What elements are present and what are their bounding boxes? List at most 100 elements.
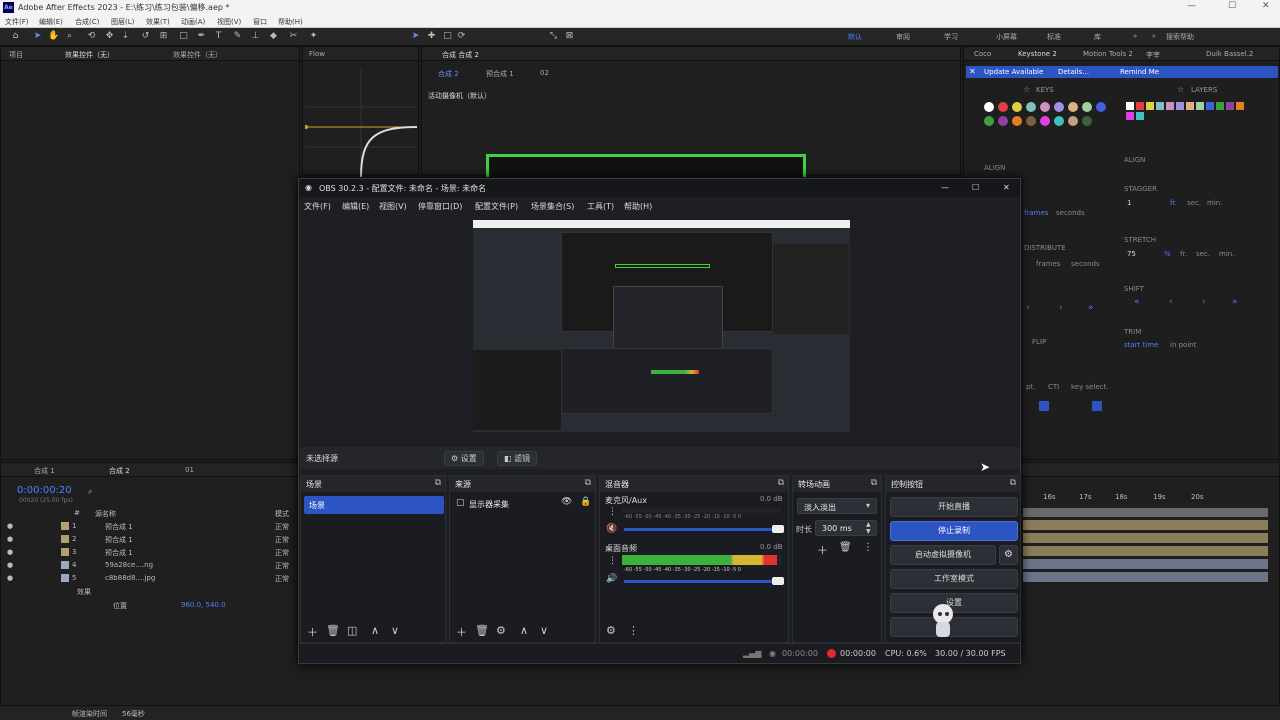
- stagger-value[interactable]: 1: [1127, 199, 1131, 207]
- layer-color-6[interactable]: [1176, 102, 1184, 110]
- transitions-popout-icon[interactable]: ⧉: [871, 478, 877, 488]
- tab-coco[interactable]: Coco: [974, 50, 991, 58]
- home-icon[interactable]: ⌂: [10, 31, 21, 42]
- search-icon[interactable]: ⌕: [1152, 32, 1156, 41]
- ae-menu-help[interactable]: 帮助(H): [278, 17, 303, 27]
- source-filters-button[interactable]: ◧ 滤镜: [497, 451, 538, 466]
- key-color-yellow[interactable]: [1012, 102, 1022, 112]
- key-color-pink[interactable]: [1040, 102, 1050, 112]
- key-color-orange[interactable]: [1012, 116, 1022, 126]
- shift-back-icon[interactable]: ‹: [1169, 297, 1173, 307]
- source-lock-icon[interactable]: 🔒: [580, 497, 591, 507]
- mixer-popout-icon[interactable]: ⧉: [778, 478, 784, 488]
- layer-name[interactable]: 预合成 1: [105, 522, 133, 532]
- cti-toggle-2[interactable]: [1092, 401, 1102, 411]
- workspace-default[interactable]: 默认: [848, 32, 862, 42]
- snap-icon[interactable]: ➤: [410, 31, 421, 42]
- obs-close-icon[interactable]: ✕: [1003, 183, 1010, 192]
- ae-menu-layer[interactable]: 图层(L): [111, 17, 134, 27]
- mask-icon[interactable]: ⤡: [548, 31, 559, 42]
- timecode[interactable]: 0:00:00:20: [17, 485, 72, 496]
- anchor-tool-icon[interactable]: ⊞: [158, 31, 169, 42]
- brush-tool-icon[interactable]: ✎: [232, 31, 243, 42]
- ae-menu-edit[interactable]: 编辑(E): [39, 17, 63, 27]
- desktop-volume-slider[interactable]: [624, 580, 774, 583]
- eraser-tool-icon[interactable]: ◆: [268, 31, 279, 42]
- scene-filters-icon[interactable]: ◫: [347, 624, 357, 637]
- key-color-dark-green[interactable]: [1082, 116, 1092, 126]
- visibility-icon[interactable]: ●: [7, 535, 13, 543]
- obs-menu-view[interactable]: 视图(V): [379, 201, 407, 212]
- mic-muted-icon[interactable]: 🔇: [606, 524, 617, 534]
- text-tool-icon[interactable]: T: [213, 31, 224, 42]
- layer-mode[interactable]: 正常: [275, 522, 289, 532]
- tab-duik[interactable]: Duik Bassel.2: [1206, 50, 1253, 58]
- obs-menu-help[interactable]: 帮助(H): [624, 201, 652, 212]
- stretch-value[interactable]: 75: [1127, 250, 1136, 258]
- snap-opt-icon[interactable]: ✚: [426, 31, 437, 42]
- remove-scene-icon[interactable]: 🗑: [326, 624, 340, 637]
- dismiss-update-icon[interactable]: ✕: [969, 67, 976, 76]
- snap-box-icon[interactable]: □: [442, 31, 453, 42]
- dolly-tool-icon[interactable]: ⇣: [120, 31, 131, 42]
- close-icon[interactable]: ✕: [1262, 1, 1270, 11]
- obs-menu-edit[interactable]: 编辑(E): [342, 201, 369, 212]
- key-color-blue[interactable]: [1096, 102, 1106, 112]
- shift-back-far-icon[interactable]: «: [1134, 297, 1140, 307]
- layer-color-13[interactable]: [1126, 112, 1134, 120]
- key-color-green[interactable]: [984, 116, 994, 126]
- desktop-speaker-icon[interactable]: 🔊: [606, 574, 617, 584]
- flow-tab[interactable]: Flow: [309, 50, 325, 58]
- rect-tool-icon[interactable]: □: [178, 31, 189, 42]
- obs-menu-file[interactable]: 文件(F): [304, 201, 331, 212]
- source-visibility-icon[interactable]: 👁: [561, 497, 572, 507]
- mixer-advanced-icon[interactable]: ⚙: [606, 624, 616, 637]
- visibility-icon[interactable]: ●: [7, 522, 13, 530]
- visibility-icon[interactable]: ●: [7, 548, 13, 556]
- studio-mode-button[interactable]: 工作室模式: [890, 569, 1018, 589]
- obs-maximize-icon[interactable]: ☐: [972, 183, 979, 192]
- sources-popout-icon[interactable]: ⧉: [585, 478, 591, 488]
- move-source-down-icon[interactable]: ∨: [540, 624, 548, 637]
- puppet-tool-icon[interactable]: ✦: [308, 31, 319, 42]
- pan-tool-icon[interactable]: ✥: [104, 31, 115, 42]
- tab-li[interactable]: 李宰: [1146, 50, 1160, 60]
- effects-tab[interactable]: 效果控件（无）: [65, 50, 114, 60]
- move-scene-up-icon[interactable]: ∧: [371, 624, 379, 637]
- ae-menu-file[interactable]: 文件(F): [5, 17, 29, 27]
- trim-start-time[interactable]: start time: [1124, 341, 1158, 349]
- source-item[interactable]: ▢ 显示器采集 👁 🔒: [453, 496, 593, 512]
- add-source-icon[interactable]: ＋: [456, 624, 467, 640]
- rotate-tool-icon[interactable]: ↺: [140, 31, 151, 42]
- roto-tool-icon[interactable]: ✂: [288, 31, 299, 42]
- layer-label-color[interactable]: [61, 561, 69, 569]
- layer-mode[interactable]: 正常: [275, 561, 289, 571]
- ae-menu-effect[interactable]: 效果(T): [146, 17, 170, 27]
- breadcrumb-02[interactable]: 02: [540, 69, 549, 77]
- timeline-tab-01[interactable]: 01: [185, 466, 194, 474]
- layer-bar[interactable]: [1023, 533, 1268, 543]
- tab-motion-tools[interactable]: Motion Tools 2: [1083, 50, 1133, 58]
- layer-color-7[interactable]: [1186, 102, 1194, 110]
- layer-color-5[interactable]: [1166, 102, 1174, 110]
- ae-menu-view[interactable]: 视图(V): [217, 17, 241, 27]
- workspace-more-icon[interactable]: »: [1133, 32, 1137, 40]
- dist-seconds[interactable]: seconds: [1071, 260, 1100, 268]
- remind-link[interactable]: Remind Me: [1120, 68, 1159, 76]
- stop-recording-button[interactable]: 停止录制: [890, 521, 1018, 541]
- layer-color-4[interactable]: [1156, 102, 1164, 110]
- snap-rot-icon[interactable]: ⟳: [456, 31, 467, 42]
- source-properties-icon[interactable]: ⚙: [496, 624, 506, 637]
- effects-row[interactable]: 效果: [77, 587, 91, 597]
- obs-preview[interactable]: [473, 220, 850, 432]
- dist-frames[interactable]: frames: [1036, 260, 1060, 268]
- stagger-unit-min[interactable]: min.: [1207, 199, 1222, 207]
- layer-name[interactable]: c8b88d8....jpg: [105, 574, 155, 582]
- mic-volume-handle[interactable]: [772, 525, 784, 533]
- position-value[interactable]: 960.0, 540.0: [181, 601, 226, 609]
- layer-mode[interactable]: 正常: [275, 535, 289, 545]
- help-search-input[interactable]: 搜索帮助: [1166, 32, 1194, 42]
- layer-color-14[interactable]: [1136, 112, 1144, 120]
- desktop-volume-handle[interactable]: [772, 577, 784, 585]
- layer-color-10[interactable]: [1216, 102, 1224, 110]
